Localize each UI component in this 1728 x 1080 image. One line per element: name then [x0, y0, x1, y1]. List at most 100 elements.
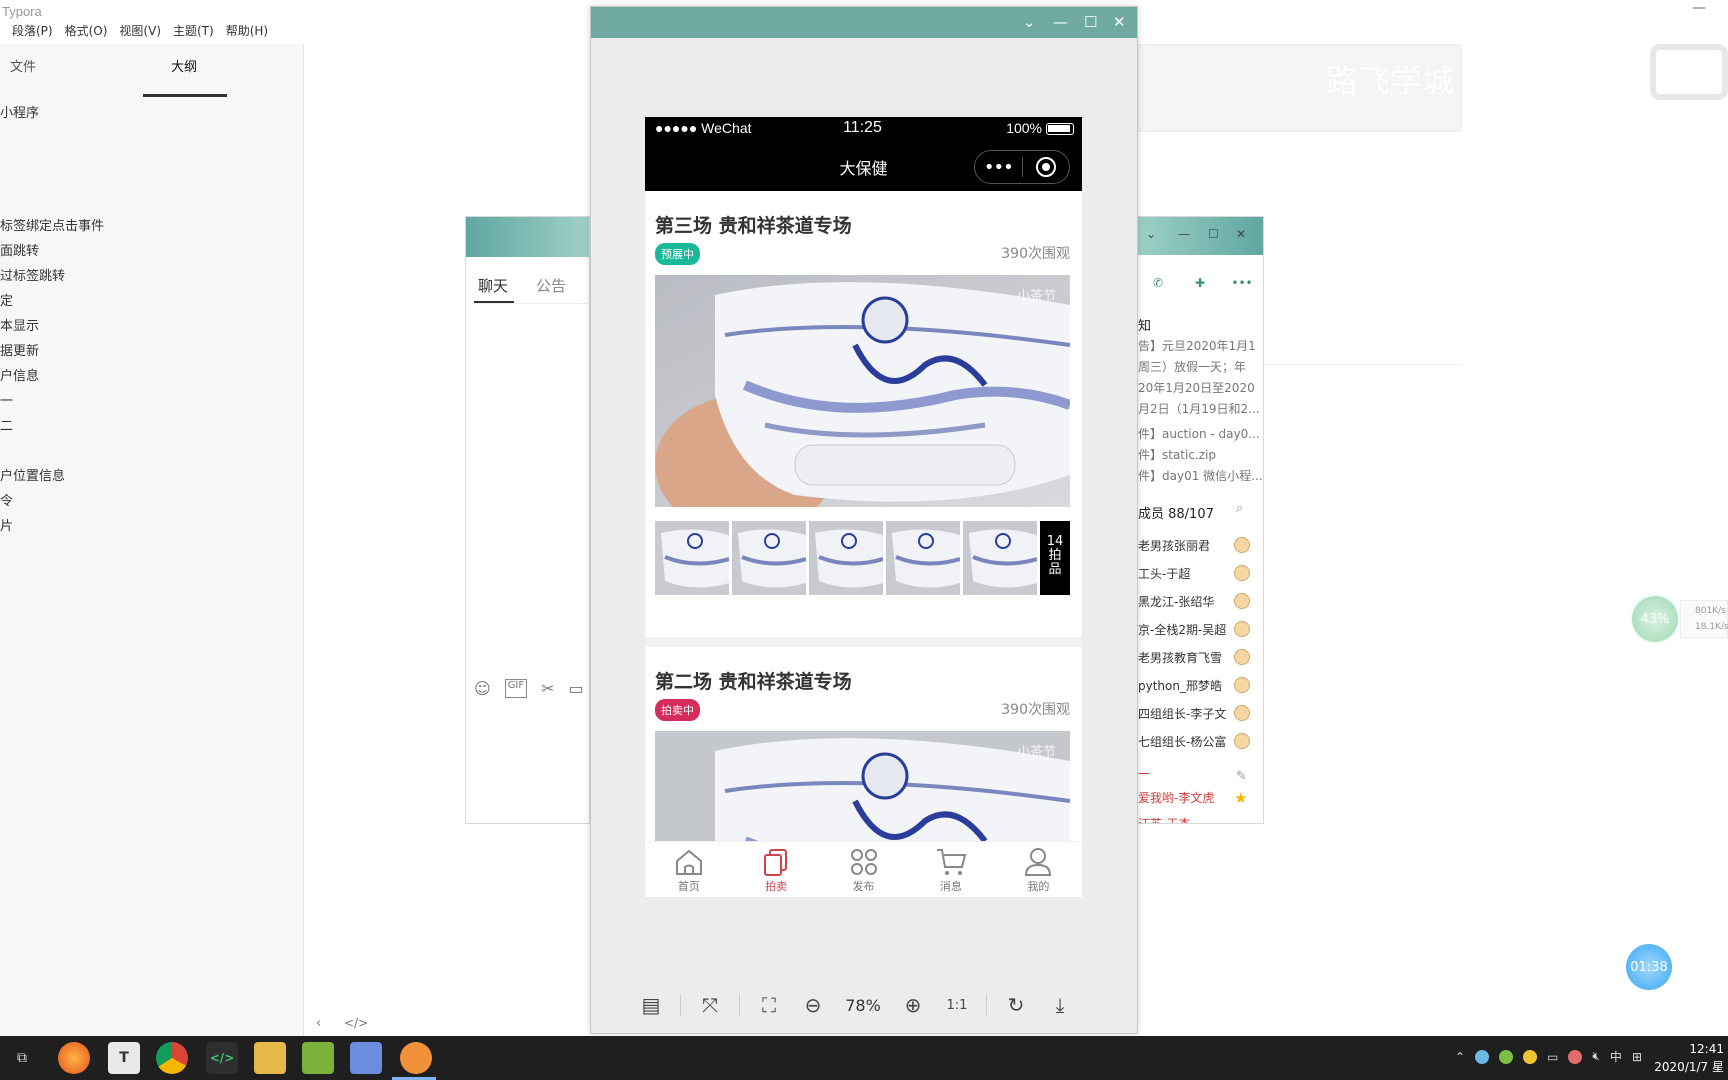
tab-outline[interactable]: 大纲 — [171, 56, 197, 75]
menu-format[interactable]: 格式(O) — [65, 22, 108, 44]
thumbnail[interactable] — [732, 521, 806, 595]
menu-help[interactable]: 帮助(H) — [226, 22, 268, 44]
outline-item[interactable]: 片 — [0, 515, 13, 534]
member-item[interactable]: 爱我哟-李文虎 — [1138, 789, 1214, 806]
rotate-icon[interactable]: ↻ — [994, 990, 1038, 1020]
keyboard-icon[interactable]: ⊞ — [1632, 1050, 1642, 1064]
member-item[interactable]: python_邢梦皓 — [1138, 677, 1222, 694]
minimize-button[interactable]: — — [1692, 0, 1706, 16]
file-item[interactable]: 件】auction - day0... — [1138, 425, 1260, 442]
tab-chat[interactable]: 聊天 — [478, 275, 508, 296]
recording-timer[interactable]: 01:38 — [1626, 944, 1672, 990]
member-item[interactable]: 京-全栈2期-吴超 — [1138, 621, 1226, 638]
search-icon[interactable]: ⌕ — [1236, 501, 1243, 516]
member-item[interactable]: 老男孩张丽君 — [1138, 537, 1210, 554]
task-view-icon[interactable]: ⧉ — [6, 1042, 38, 1074]
outline-item[interactable]: 过标签跳转 — [0, 265, 65, 284]
network-icon[interactable]: ▭ — [1547, 1050, 1558, 1064]
thumbnail[interactable] — [655, 521, 729, 595]
notepad-icon[interactable] — [302, 1042, 334, 1074]
file-explorer-icon[interactable] — [254, 1042, 286, 1074]
folder-icon[interactable]: ▭ — [569, 679, 584, 698]
phone-icon[interactable]: ✆ — [1146, 271, 1170, 295]
chevron-down-icon[interactable]: ⌄ — [1023, 13, 1036, 31]
tab-messages[interactable]: 消息 — [907, 842, 994, 897]
app-icon[interactable] — [350, 1042, 382, 1074]
file-item[interactable]: 件】static.zip — [1138, 446, 1216, 463]
close-miniprogram-icon[interactable] — [1022, 157, 1069, 177]
tray-app-icon[interactable] — [1523, 1049, 1538, 1064]
zoom-out-icon[interactable]: ⊖ — [791, 990, 835, 1020]
emoji-icon[interactable]: ☺ — [474, 679, 491, 698]
cover-image[interactable]: 小茶节 — [655, 731, 1070, 841]
member-item[interactable]: 工头-于超 — [1138, 565, 1190, 582]
auction-card[interactable]: 第二场 贵和祥茶道专场 拍卖中 390次围观 小茶节 — [645, 647, 1082, 841]
tab-files[interactable]: 文件 — [10, 56, 36, 75]
actual-size-icon[interactable]: 1:1 — [935, 990, 979, 1020]
outline-item[interactable]: 标签绑定点击事件 — [0, 215, 104, 234]
outline-item[interactable]: 据更新 — [0, 340, 39, 359]
tab-home[interactable]: 首页 — [645, 842, 732, 897]
tray-app-icon[interactable] — [1499, 1049, 1514, 1064]
firefox-icon[interactable] — [58, 1042, 90, 1074]
outline-item[interactable]: 本显示 — [0, 315, 39, 334]
menu-view[interactable]: 视图(V) — [119, 22, 161, 44]
tab-auction[interactable]: 拍卖 — [732, 842, 819, 897]
chevron-up-icon[interactable]: ⌃ — [1455, 1050, 1465, 1064]
more-icon[interactable]: ••• — [975, 157, 1022, 178]
member-item[interactable]: 老男孩教育飞雪 — [1138, 649, 1222, 666]
zoom-in-icon[interactable]: ⊕ — [891, 990, 935, 1020]
menu-theme[interactable]: 主题(T) — [173, 22, 214, 44]
minimize-button[interactable]: — — [1178, 227, 1190, 241]
clock[interactable]: 12:41 2020/1/7 星 — [1654, 1040, 1724, 1076]
tab-profile[interactable]: 我的 — [995, 842, 1082, 897]
thumbnail[interactable] — [886, 521, 960, 595]
wechat-devtools-icon[interactable]: </> — [206, 1042, 238, 1074]
outline-item[interactable]: 面跳转 — [0, 240, 39, 259]
tray-app-icon[interactable] — [1568, 1049, 1583, 1064]
download-icon[interactable]: ⤓ — [1038, 990, 1082, 1020]
lots-count-button[interactable]: 14 拍品 — [1040, 521, 1070, 595]
crop-icon[interactable]: ⛶ — [747, 990, 791, 1020]
outline-item[interactable]: 一 — [0, 390, 13, 409]
close-button[interactable]: ✕ — [1236, 227, 1246, 241]
tab-publish[interactable]: 发布 — [820, 842, 907, 897]
edit-icon[interactable]: ✎ — [1236, 769, 1247, 784]
chevron-left-icon[interactable]: ‹ — [316, 1016, 321, 1031]
more-icon[interactable]: ••• — [1230, 271, 1254, 295]
outline-item[interactable]: 户信息 — [0, 365, 39, 384]
source-code-icon[interactable]: </> — [344, 1016, 368, 1030]
thumbnail[interactable] — [963, 521, 1037, 595]
thumbnail[interactable] — [809, 521, 883, 595]
outline-item[interactable]: 二 — [0, 415, 13, 434]
member-item[interactable]: 江苏-王杰 — [1138, 815, 1190, 823]
outline-item[interactable]: 定 — [0, 290, 13, 309]
outline-item[interactable]: 户位置信息 — [0, 465, 65, 484]
member-item[interactable]: 黑龙江-张绍华 — [1138, 593, 1214, 610]
scissors-icon[interactable]: ✂ — [541, 679, 554, 698]
outline-item[interactable]: 令 — [0, 490, 13, 509]
maximize-button[interactable]: ☐ — [1208, 227, 1219, 241]
chrome-icon[interactable] — [156, 1042, 188, 1074]
outline-item[interactable]: 小程序 — [0, 102, 39, 121]
ime-indicator[interactable]: 中 — [1610, 1048, 1622, 1065]
auction-card[interactable]: 第三场 贵和祥茶道专场 预展中 390次围观 小茶节 14 拍品 — [645, 191, 1082, 637]
fit-screen-icon[interactable]: ⤧ — [688, 990, 732, 1020]
add-chat-icon[interactable]: ✚ — [1188, 271, 1212, 295]
cover-image[interactable]: 小茶节 — [655, 275, 1070, 507]
typora-icon[interactable]: T — [108, 1042, 140, 1074]
gif-icon[interactable]: GIF — [504, 679, 528, 698]
chevron-down-icon[interactable]: ⌄ — [1146, 227, 1156, 241]
volume-muted-icon[interactable]: 🔇︎ — [1592, 1049, 1600, 1064]
menu-paragraph[interactable]: 段落(P) — [12, 22, 53, 44]
cloud-icon[interactable] — [1475, 1049, 1490, 1064]
recorder-icon[interactable] — [400, 1042, 432, 1074]
close-button[interactable]: ✕ — [1113, 13, 1126, 31]
network-speed-ball[interactable]: 43% — [1632, 596, 1678, 642]
layout-icon[interactable]: ▤ — [629, 990, 673, 1020]
minimize-button[interactable]: — — [1053, 13, 1068, 31]
member-item[interactable]: 七组组长-杨公富 — [1138, 733, 1226, 750]
member-item[interactable]: 四组组长-李子文 — [1138, 705, 1226, 722]
tab-announcement[interactable]: 公告 — [536, 275, 566, 296]
maximize-button[interactable]: ☐ — [1084, 13, 1097, 31]
